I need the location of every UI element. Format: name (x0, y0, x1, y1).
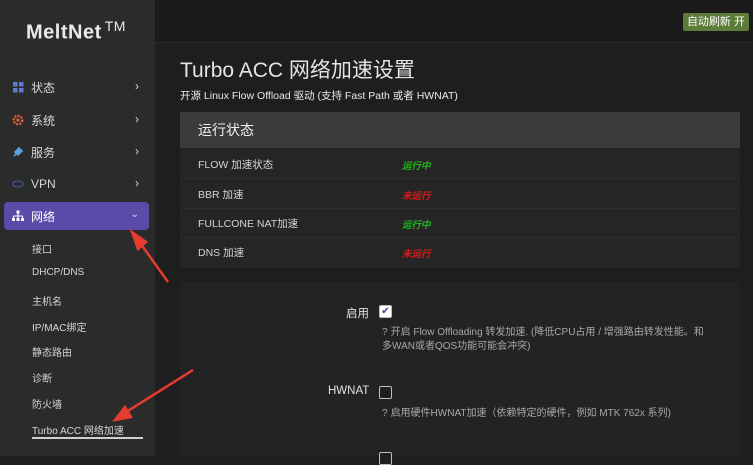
sidebar-item-vpn[interactable]: VPN › (4, 170, 149, 198)
brand-logo[interactable]: MeltNet TM (26, 18, 126, 45)
status-label: FLOW 加速状态 (198, 159, 274, 171)
help-circle-icon: ? (382, 408, 388, 419)
chevron-right-icon: › (135, 176, 139, 190)
subnav-item-hostnames[interactable]: 主机名 (32, 293, 62, 308)
sidebar-item-label: 系统 (31, 113, 56, 128)
sidebar-item-label: 网络 (31, 209, 56, 224)
sidebar-item-services[interactable]: 服务 › (4, 138, 149, 166)
status-row: DNS 加速 未运行 (180, 237, 740, 266)
status-row: FULLCONE NAT加速 运行中 (180, 208, 740, 237)
vpn-icon (11, 177, 25, 191)
enable-checkbox[interactable]: ✔ (379, 305, 392, 318)
status-value: 未运行 (402, 191, 431, 202)
subnav-item-turbo-acc[interactable]: Turbo ACC 网络加速 (32, 422, 124, 437)
brand-name: MeltNet (26, 21, 102, 44)
sidebar-item-label: 服务 (31, 145, 56, 160)
status-value: 运行中 (402, 220, 431, 231)
sidebar-item-label: VPN (31, 177, 56, 191)
status-label: BBR 加速 (198, 189, 244, 201)
chevron-right-icon: › (135, 112, 139, 126)
network-icon (11, 209, 25, 223)
chevron-right-icon: › (135, 79, 139, 93)
status-row: BBR 加速 未运行 (180, 179, 740, 208)
sidebar-item-label: 状态 (31, 80, 56, 95)
hwnat-help: ? 启用硬件HWNAT加速（依赖特定的硬件，例如 MTK 762x 系列) (382, 407, 671, 421)
status-value: 未运行 (402, 249, 431, 260)
checkmark-icon: ✔ (381, 305, 390, 317)
enable-help: ? 开启 Flow Offloading 转发加速. (降低CPU占用 / 增强路… (382, 326, 704, 354)
dashboard-icon (11, 80, 25, 94)
status-label: DNS 加速 (198, 247, 245, 259)
subnav-item-ip-mac-binding[interactable]: IP/MAC绑定 (32, 319, 86, 334)
sidebar-item-status[interactable]: 状态 › (4, 73, 149, 101)
status-label: FULLCONE NAT加速 (198, 218, 299, 230)
enable-help-line2: 多WAN或者QOS功能可能会冲突) (382, 341, 531, 352)
chevron-down-icon: ⌄ (130, 209, 139, 220)
status-value: 运行中 (402, 161, 431, 172)
subnav-item-static-routes[interactable]: 静态路由 (32, 344, 72, 359)
subnav-item-interfaces[interactable]: 接口 (32, 241, 52, 256)
plug-icon (11, 145, 25, 159)
sidebar: MeltNet TM 状态 › 系统 › 服务 › VPN › 网络 ⌄ 接口 … (0, 0, 155, 456)
active-subnav-underline (32, 437, 143, 439)
hwnat-help-line1: 启用硬件HWNAT加速（依赖特定的硬件，例如 MTK 762x 系列) (390, 408, 671, 419)
chevron-right-icon: › (135, 144, 139, 158)
subnav-item-dhcp-dns[interactable]: DHCP/DNS (32, 267, 84, 278)
auto-refresh-toggle[interactable]: 自动刷新 开 (682, 13, 749, 31)
sidebar-item-system[interactable]: 系统 › (4, 106, 149, 134)
gear-icon (11, 113, 25, 127)
page-title: Turbo ACC 网络加速设置 (180, 59, 415, 82)
brand-trademark: TM (104, 18, 126, 34)
top-bar: 自动刷新 开 (155, 0, 753, 43)
subnav-item-diagnostics[interactable]: 诊断 (32, 370, 52, 385)
enable-label: 启用 (346, 308, 369, 320)
hwnat-label: HWNAT (328, 385, 370, 397)
status-heading: 运行状态 (180, 112, 740, 148)
sidebar-item-network[interactable]: 网络 ⌄ (4, 202, 149, 230)
hwnat-checkbox[interactable] (379, 386, 392, 399)
subnav-item-firewall[interactable]: 防火墙 (32, 396, 62, 411)
next-option-checkbox[interactable] (379, 452, 392, 465)
status-row: FLOW 加速状态 运行中 (180, 149, 740, 178)
page-description: 开源 Linux Flow Offload 驱动 (支持 Fast Path 或… (180, 90, 458, 102)
settings-form (180, 282, 740, 456)
status-panel: 运行状态 FLOW 加速状态 运行中 BBR 加速 未运行 FULLCONE N… (180, 112, 740, 268)
help-circle-icon: ? (382, 327, 388, 338)
enable-help-line1: 开启 Flow Offloading 转发加速. (降低CPU占用 / 增强路由… (390, 327, 704, 338)
